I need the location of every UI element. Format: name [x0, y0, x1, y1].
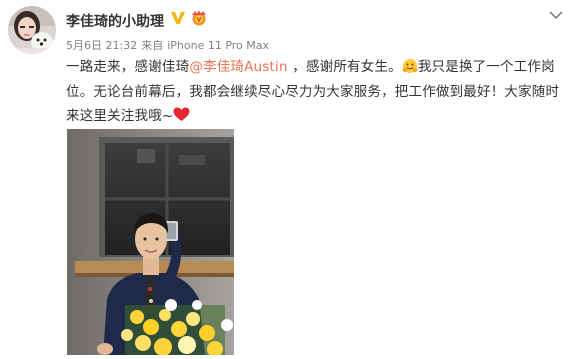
author-name[interactable]: 李佳琦的小助理 [66, 11, 164, 31]
post-photo[interactable] [67, 129, 234, 355]
post-text: 一路走来，感谢佳琦@李佳琦Austin ，感谢所有女生。 我只是换了一个工作岗位… [66, 55, 571, 129]
avatar-image [8, 6, 56, 54]
svg-text:V: V [197, 17, 202, 24]
avatar[interactable] [8, 6, 56, 54]
text-part1: 一路走来，感谢佳琦 [66, 59, 190, 75]
mention-link[interactable]: @李佳琦Austin [189, 59, 287, 75]
post-meta: 5月6日 21:32 来自 iPhone 11 Pro Max [66, 37, 273, 53]
post-timestamp[interactable]: 5月6日 21:32 [66, 39, 137, 52]
chevron-down-icon[interactable] [548, 6, 564, 20]
verified-v-icon [170, 10, 186, 26]
selfie-photo-image [67, 129, 234, 355]
hug-emoji-icon [402, 58, 418, 74]
source-prefix: 来自 [141, 39, 164, 52]
text-part2: ，感谢所有女生。 [287, 59, 402, 75]
red-heart-icon [173, 106, 190, 121]
source-device[interactable]: iPhone 11 Pro Max [167, 39, 269, 52]
member-badge-icon[interactable]: V [190, 10, 208, 26]
